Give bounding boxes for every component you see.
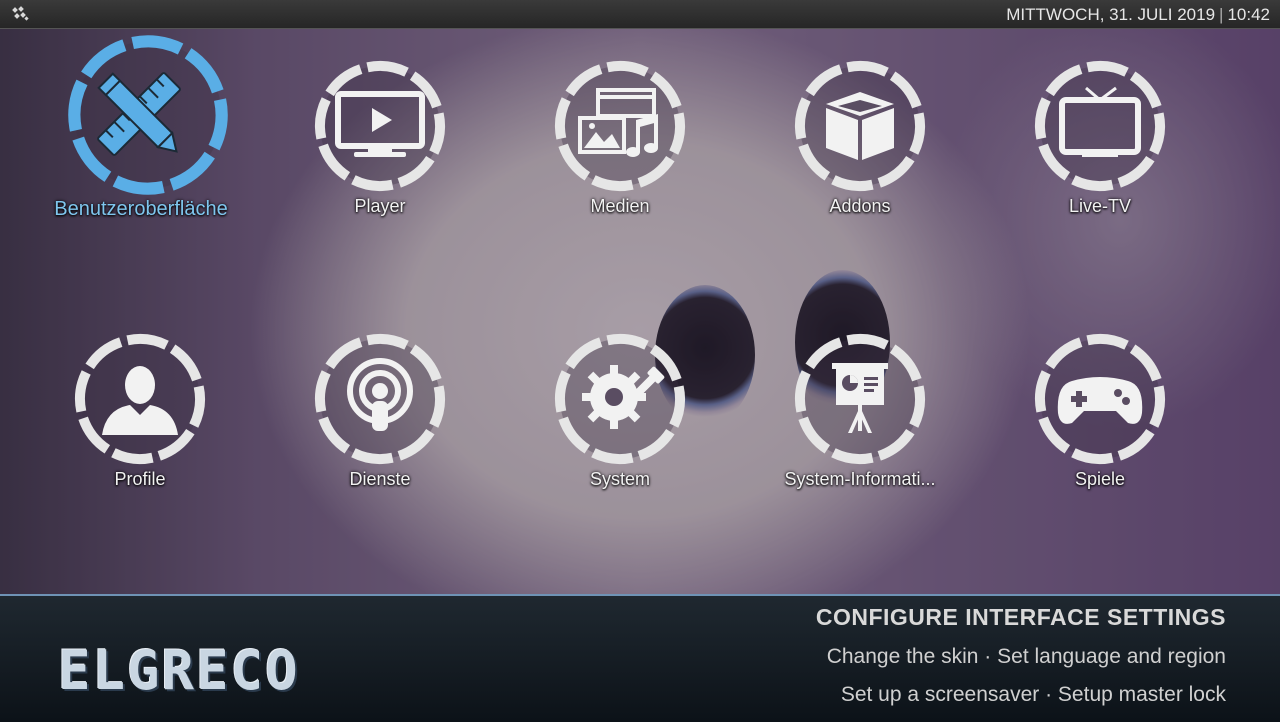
time-label: 10:42 <box>1227 5 1270 24</box>
menu-item-system-informationen[interactable]: System-Informati... <box>770 333 950 513</box>
info-panel: ELGRECO CONFIGURE INTERFACE SETTINGS Cha… <box>0 594 1280 722</box>
tv-antenna-icon <box>1059 86 1141 157</box>
menu-item-live-tv[interactable]: Live-TV <box>1010 60 1190 240</box>
menu-item-label: Dienste <box>349 469 411 489</box>
menu-item-label: Player <box>354 196 406 216</box>
presentation-board-icon <box>832 363 888 433</box>
brand-logo: ELGRECO <box>58 639 300 702</box>
menu-item-label: Addons <box>829 196 891 216</box>
menu-item-label: Live-TV <box>1068 196 1131 216</box>
menu-item-label: System-Informati... <box>784 469 936 489</box>
date-label: MITTWOCH, 31. JULI 2019 <box>1006 5 1216 24</box>
description-title: CONFIGURE INTERFACE SETTINGS <box>815 604 1226 630</box>
description-line-2: Set up a screensaver · Setup master lock <box>840 683 1226 706</box>
description-line-1: Change the skin · Set language and regio… <box>826 645 1226 668</box>
monitor-play-icon <box>335 91 425 157</box>
menu-item-addons[interactable]: Addons <box>770 60 950 240</box>
menu-item-spiele[interactable]: Spiele <box>1010 333 1190 513</box>
date-time: MITTWOCH, 31. JULI 2019 | 10:42 <box>1006 5 1270 25</box>
item-description: CONFIGURE INTERFACE SETTINGS Change the … <box>816 604 1226 707</box>
menu-item-label: Medien <box>590 196 650 216</box>
top-bar: MITTWOCH, 31. JULI 2019 | 10:42 <box>0 0 1280 29</box>
open-box-icon <box>826 92 894 160</box>
menu-item-profile[interactable]: Profile <box>50 333 230 513</box>
pencil-ruler-icon <box>97 72 181 156</box>
gear-tools-icon <box>582 365 665 429</box>
kodi-logo-icon <box>12 6 29 21</box>
menu-item-system[interactable]: System <box>530 333 710 513</box>
menu-item-label: System <box>589 469 650 489</box>
menu-item-label: Spiele <box>1074 469 1126 489</box>
media-pictures-music-icon <box>578 88 658 157</box>
menu-item-benutzeroberflaeche[interactable]: Benutzeroberfläche <box>50 48 230 228</box>
menu-item-label: Benutzeroberfläche <box>54 198 228 220</box>
menu-item-label: Profile <box>114 469 166 489</box>
menu-item-player[interactable]: Player <box>290 60 470 240</box>
date-time-separator: | <box>1219 5 1224 24</box>
broadcast-icon <box>347 358 413 431</box>
gamepad-icon <box>1057 377 1143 424</box>
user-profile-icon <box>102 366 178 435</box>
menu-item-dienste[interactable]: Dienste <box>290 333 470 513</box>
menu-item-medien[interactable]: Medien <box>530 60 710 240</box>
